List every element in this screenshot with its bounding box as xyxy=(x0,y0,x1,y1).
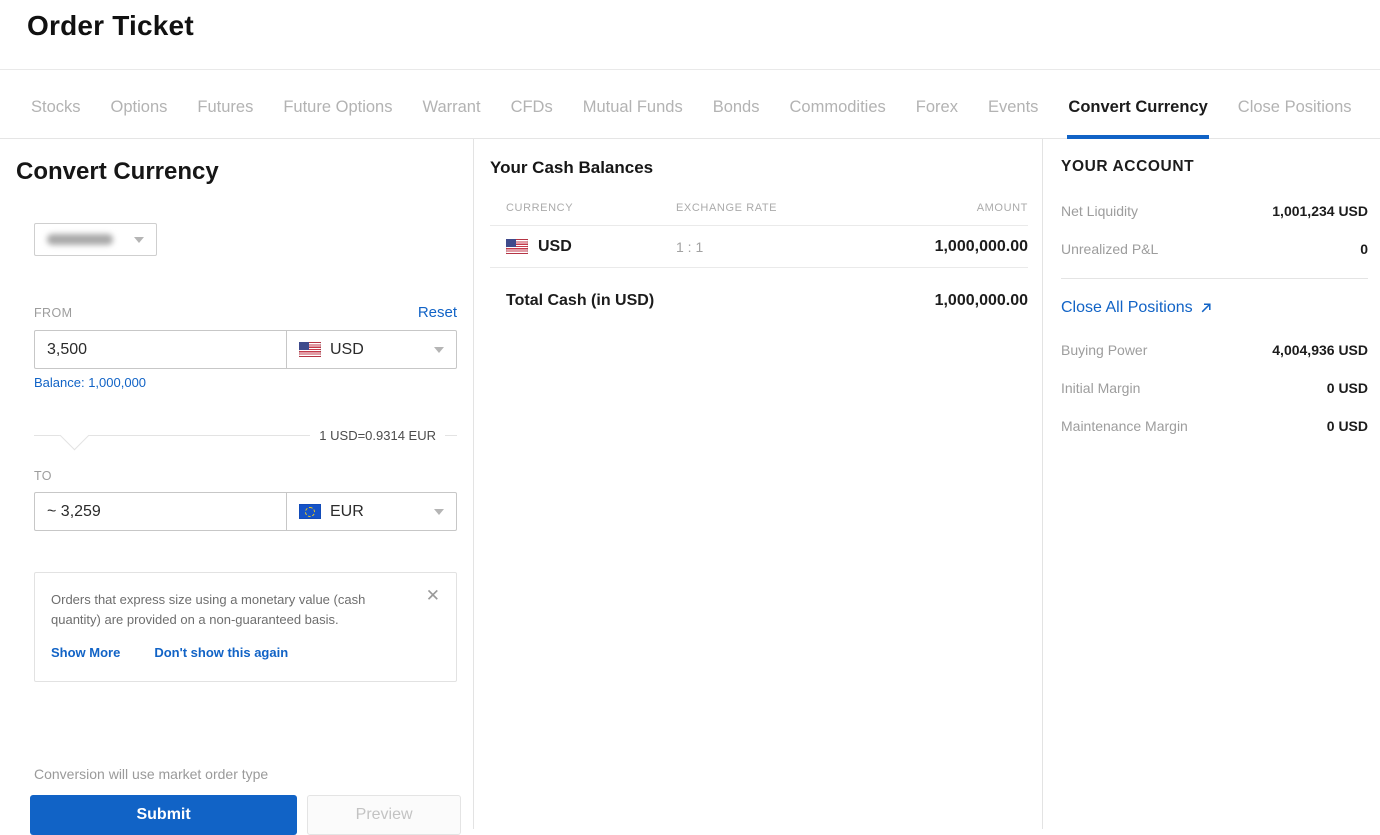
dont-show-again-link[interactable]: Don't show this again xyxy=(154,645,288,660)
net-liquidity-label: Net Liquidity xyxy=(1061,203,1139,219)
tab-stocks[interactable]: Stocks xyxy=(30,98,82,139)
to-amount-input[interactable] xyxy=(35,493,286,530)
tab-options[interactable]: Options xyxy=(110,98,169,139)
convert-currency-panel: Convert Currency FROM Reset USD Balance:… xyxy=(0,139,473,835)
exchange-rate-text: 1 USD=0.9314 EUR xyxy=(319,428,436,443)
total-cash-row: Total Cash (in USD) 1,000,000.00 xyxy=(490,268,1028,310)
initial-margin-value: 0 USD xyxy=(1326,380,1368,396)
initial-margin-row: Initial Margin 0 USD xyxy=(1061,380,1368,396)
from-currency-select[interactable]: USD xyxy=(286,331,456,368)
show-more-link[interactable]: Show More xyxy=(51,645,120,660)
account-id-redacted xyxy=(47,234,113,245)
tab-commodities[interactable]: Commodities xyxy=(789,98,887,139)
cash-balances-heading: Your Cash Balances xyxy=(490,158,654,177)
divider-line xyxy=(34,420,311,451)
divider-line-tail xyxy=(445,435,457,436)
cash-quantity-notice: ✕ Orders that express size using a monet… xyxy=(34,572,457,683)
tab-events[interactable]: Events xyxy=(987,98,1039,139)
close-icon[interactable]: ✕ xyxy=(426,587,440,604)
col-currency: CURRENCY xyxy=(506,201,574,214)
rate-divider: 1 USD=0.9314 EUR xyxy=(34,420,457,451)
content: Convert Currency FROM Reset USD Balance:… xyxy=(0,139,1380,835)
chevron-down-icon xyxy=(134,236,144,243)
to-currency-code: EUR xyxy=(330,502,364,520)
page-header: Order Ticket xyxy=(0,0,1380,70)
chevron-down-icon xyxy=(434,508,444,515)
from-label: FROM xyxy=(34,306,73,320)
table-header-row: CURRENCY EXCHANGE RATE AMOUNT xyxy=(490,190,1028,226)
close-all-positions-link[interactable]: Close All Positions xyxy=(1061,299,1368,317)
net-liquidity-row: Net Liquidity 1,001,234 USD xyxy=(1061,203,1368,219)
tab-convert-currency[interactable]: Convert Currency xyxy=(1067,98,1209,139)
reset-link[interactable]: Reset xyxy=(418,304,457,321)
your-account-heading: YOUR ACCOUNT xyxy=(1061,158,1195,175)
unrealized-pl-value: 0 xyxy=(1360,241,1368,257)
divider xyxy=(1061,278,1368,279)
tab-warrant[interactable]: Warrant xyxy=(421,98,481,139)
to-input-group: EUR xyxy=(34,492,457,531)
tab-future-options[interactable]: Future Options xyxy=(282,98,393,139)
account-selector[interactable] xyxy=(34,223,157,256)
maintenance-margin-value: 0 USD xyxy=(1326,418,1368,434)
buying-power-row: Buying Power 4,004,936 USD xyxy=(1061,342,1368,358)
market-order-footnote: Conversion will use market order type xyxy=(34,766,269,783)
net-liquidity-value: 1,001,234 USD xyxy=(1272,203,1368,219)
row-amount: 1,000,000.00 xyxy=(934,237,1028,255)
close-all-positions-label: Close All Positions xyxy=(1061,299,1193,316)
from-input-group: USD xyxy=(34,330,457,369)
tab-bonds[interactable]: Bonds xyxy=(712,98,761,139)
convert-form: FROM Reset USD Balance: 1,000,000 1 USD=… xyxy=(30,223,461,835)
row-exchange-rate: 1 : 1 xyxy=(676,238,704,255)
arrow-up-right-icon xyxy=(1201,303,1211,313)
col-exchange-rate: EXCHANGE RATE xyxy=(676,201,778,214)
tab-futures[interactable]: Futures xyxy=(196,98,254,139)
tab-forex[interactable]: Forex xyxy=(915,98,959,139)
to-currency-select[interactable]: EUR xyxy=(286,493,456,530)
convert-heading: Convert Currency xyxy=(16,158,219,185)
unrealized-pl-label: Unrealized P&L xyxy=(1061,241,1159,257)
tab-cfds[interactable]: CFDs xyxy=(510,98,554,139)
from-amount-input[interactable] xyxy=(35,331,286,368)
notice-text: Orders that express size using a monetar… xyxy=(51,592,366,628)
chevron-down-icon xyxy=(434,346,444,353)
maintenance-margin-label: Maintenance Margin xyxy=(1061,418,1188,434)
initial-margin-label: Initial Margin xyxy=(1061,380,1141,396)
from-currency-code: USD xyxy=(330,340,364,358)
submit-button[interactable]: Submit xyxy=(30,795,298,835)
unrealized-pl-row: Unrealized P&L 0 xyxy=(1061,241,1368,257)
eu-flag-icon xyxy=(299,504,321,519)
total-cash-label: Total Cash (in USD) xyxy=(506,292,655,309)
row-currency: USD xyxy=(538,237,572,255)
order-type-tabbar: Stocks Options Futures Future Options Wa… xyxy=(0,70,1380,139)
cash-balances-panel: Your Cash Balances CURRENCY EXCHANGE RAT… xyxy=(473,139,1042,829)
divider-notch xyxy=(59,420,90,451)
buying-power-value: 4,004,936 USD xyxy=(1272,342,1368,358)
total-cash-amount: 1,000,000.00 xyxy=(934,292,1028,309)
table-row: USD 1 : 1 1,000,000.00 xyxy=(490,226,1028,268)
tab-mutual-funds[interactable]: Mutual Funds xyxy=(582,98,684,139)
tab-close-positions[interactable]: Close Positions xyxy=(1237,98,1353,139)
to-label: TO xyxy=(34,469,52,483)
preview-button[interactable]: Preview xyxy=(307,795,461,835)
maintenance-margin-row: Maintenance Margin 0 USD xyxy=(1061,418,1368,434)
col-amount: AMOUNT xyxy=(976,201,1028,214)
us-flag-icon xyxy=(299,342,321,357)
cash-balances-table: CURRENCY EXCHANGE RATE AMOUNT USD 1 : 1 … xyxy=(490,190,1028,310)
page-title: Order Ticket xyxy=(27,10,194,41)
us-flag-icon xyxy=(506,239,528,254)
balance-link[interactable]: Balance: 1,000,000 xyxy=(34,375,457,390)
buying-power-label: Buying Power xyxy=(1061,342,1148,358)
your-account-panel: YOUR ACCOUNT Net Liquidity 1,001,234 USD… xyxy=(1042,139,1380,829)
